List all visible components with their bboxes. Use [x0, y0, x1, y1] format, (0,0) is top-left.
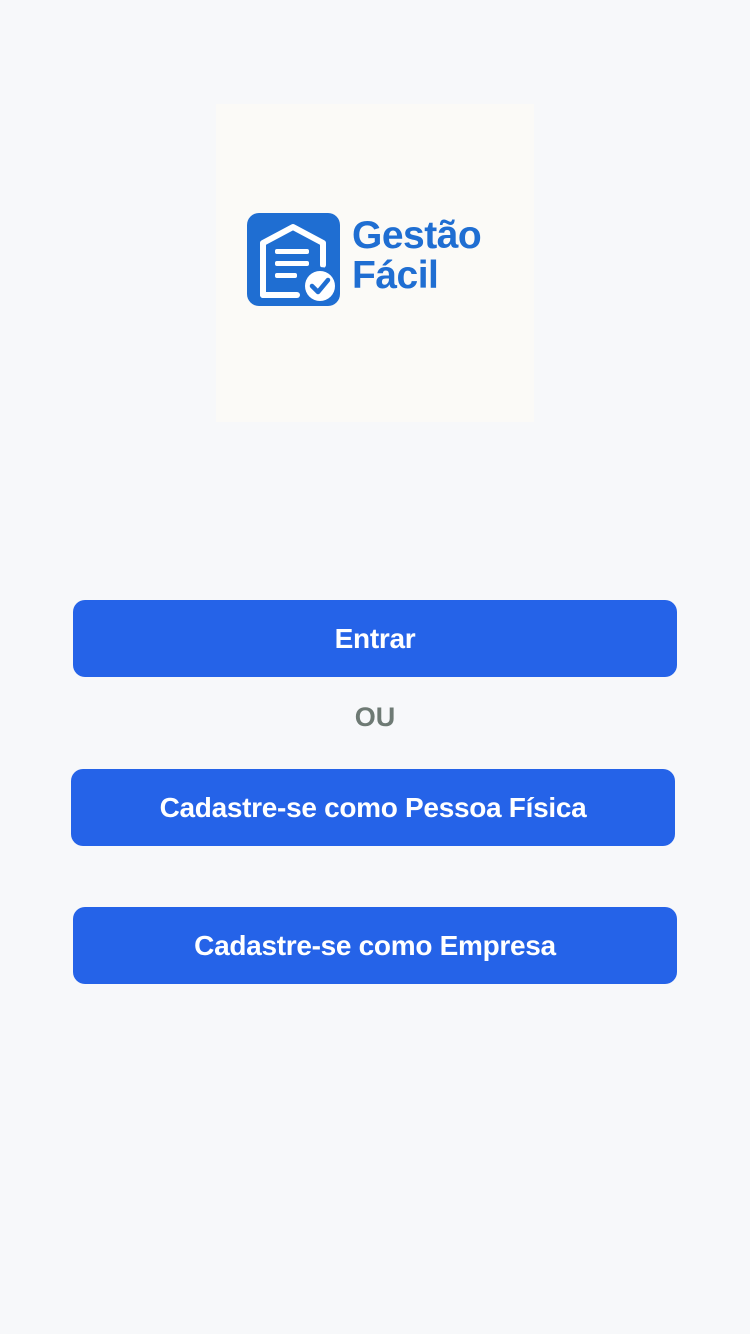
- login-button[interactable]: Entrar: [73, 600, 677, 677]
- register-company-button[interactable]: Cadastre-se como Empresa: [73, 907, 677, 984]
- app-logo-text: Gestão Fácil: [352, 214, 482, 297]
- document-check-icon: [247, 213, 340, 306]
- logo-text-line1: Gestão: [352, 214, 482, 257]
- logo-container: Gestão Fácil: [216, 104, 534, 422]
- logo-text-line2: Fácil: [352, 254, 439, 297]
- register-person-button[interactable]: Cadastre-se como Pessoa Física: [71, 769, 675, 846]
- separator-text: OU: [354, 702, 396, 732]
